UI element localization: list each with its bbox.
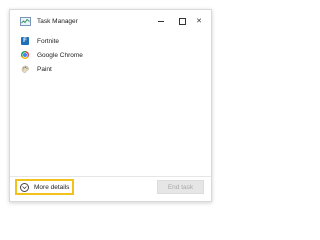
close-icon: ✕ [196, 18, 202, 25]
process-row-fortnite[interactable]: F Fortnite [10, 34, 211, 48]
chevron-down-icon [20, 182, 29, 192]
chrome-icon [21, 51, 29, 59]
minimize-button[interactable] [155, 15, 167, 27]
process-label: Google Chrome [37, 51, 83, 59]
paint-icon [21, 65, 29, 73]
process-row-google-chrome[interactable]: Google Chrome [10, 48, 211, 62]
process-label: Paint [37, 65, 52, 73]
footer-bar: More details End task [10, 176, 211, 201]
end-task-label: End task [167, 183, 194, 191]
title-bar[interactable]: Task Manager ✕ [10, 10, 211, 34]
process-row-paint[interactable]: Paint [10, 62, 211, 76]
maximize-button[interactable] [176, 15, 188, 27]
window-title: Task Manager [37, 18, 78, 25]
minimize-icon [158, 20, 164, 22]
task-manager-icon [20, 17, 31, 26]
fortnite-icon: F [21, 37, 29, 45]
task-manager-window: Task Manager ✕ F Fortnite Google Chrome [9, 9, 212, 202]
maximize-icon [178, 17, 186, 25]
more-details-button[interactable]: More details [15, 179, 74, 195]
more-details-label: More details [34, 183, 70, 191]
end-task-button[interactable]: End task [157, 180, 204, 194]
close-button[interactable]: ✕ [193, 15, 205, 27]
process-label: Fortnite [37, 37, 60, 45]
